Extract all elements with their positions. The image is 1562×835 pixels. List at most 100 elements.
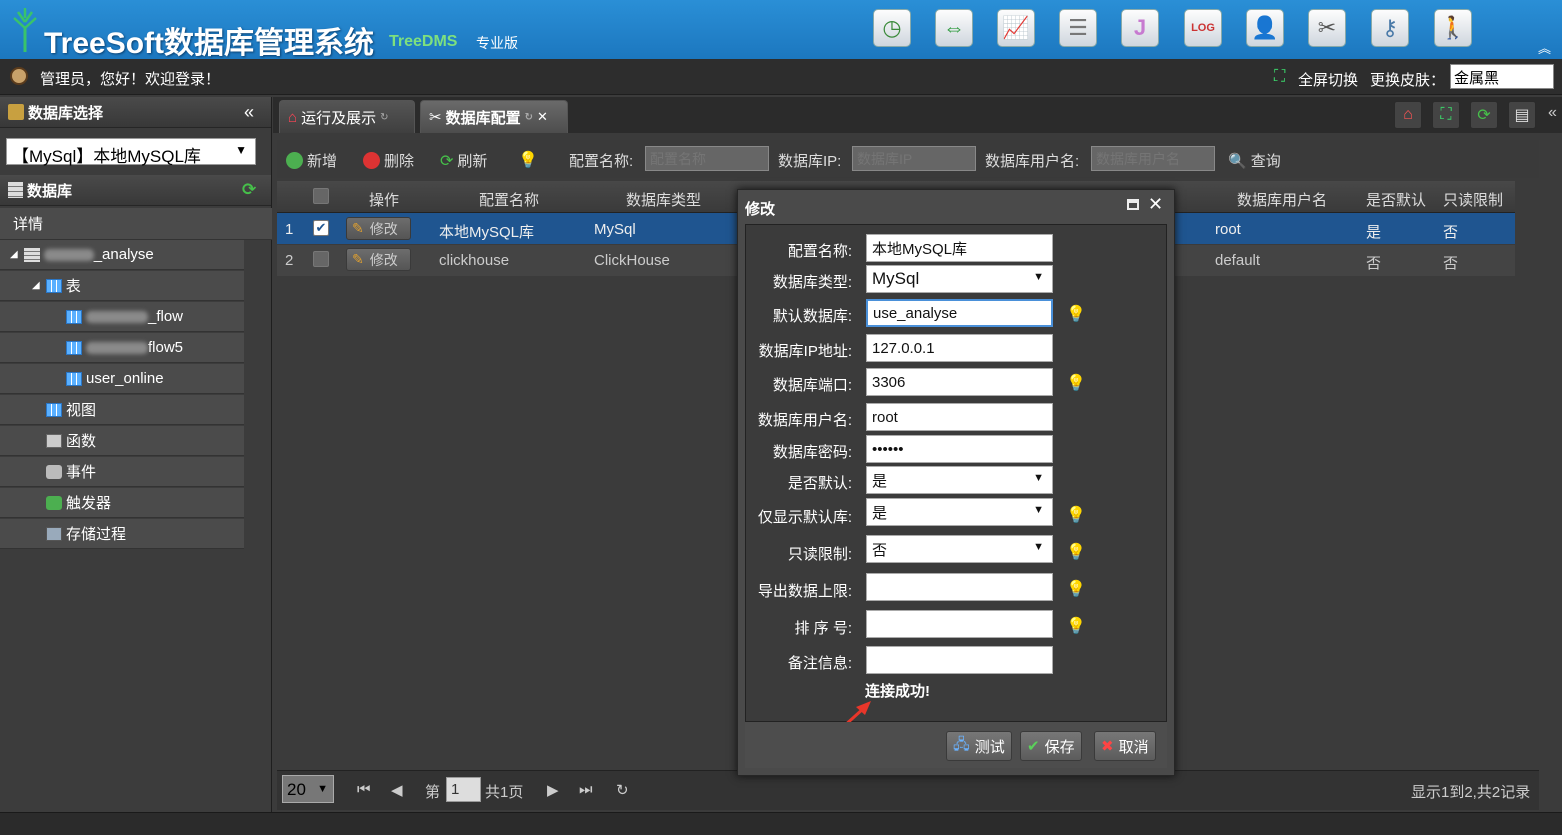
hint-bulb-icon[interactable]: 💡 <box>1066 616 1086 636</box>
next-page-icon[interactable]: ▶ <box>547 781 559 799</box>
test-button[interactable]: 🖧 测试 <box>946 731 1012 761</box>
delete-button[interactable]: 删除 <box>363 150 414 171</box>
close-icon[interactable]: ✕ <box>1148 194 1163 215</box>
hint-bulb-icon[interactable]: 💡 <box>1066 304 1086 324</box>
tree-tables-node[interactable]: ◢ 表 <box>0 271 244 301</box>
tree-table-item[interactable]: flow5 <box>0 333 244 363</box>
row-checkbox[interactable]: ✔ <box>313 220 329 236</box>
db-user-field[interactable]: root <box>866 403 1053 431</box>
fullscreen-icon[interactable]: ⛶ <box>1274 68 1285 86</box>
db-select-icon <box>8 104 24 120</box>
only-default-select[interactable]: 是 ▼ <box>866 498 1053 526</box>
reload-icon[interactable]: ↻ <box>616 781 629 799</box>
last-page-icon[interactable]: ⏭ <box>579 781 593 798</box>
tab-close-icon[interactable]: ✕ <box>537 109 548 125</box>
hint-bulb-icon[interactable]: 💡 <box>1066 505 1086 525</box>
edit-button[interactable]: ✎ 修改 <box>346 248 411 271</box>
home-icon[interactable]: ⌂ <box>1394 101 1422 129</box>
detail-tab[interactable]: 详情 <box>0 208 272 240</box>
page-size-select[interactable]: 20 ▼ <box>282 775 334 803</box>
col-user: 数据库用户名 <box>1237 192 1328 209</box>
hint-bulb-icon[interactable]: 💡 <box>1066 373 1086 393</box>
hint-bulb-icon[interactable]: 💡 <box>1066 579 1086 599</box>
db-password-field[interactable]: •••••• <box>866 435 1053 463</box>
tab-refresh-icon[interactable]: ↻ <box>525 112 533 123</box>
fullscreen-toggle[interactable]: 全屏切换 <box>1298 69 1358 90</box>
sync-icon[interactable]: ⇔ <box>935 9 973 47</box>
window-icon[interactable]: ▤ <box>1508 101 1536 129</box>
db-type-select[interactable]: MySql ▼ <box>866 265 1053 293</box>
tab-db-config[interactable]: ✂ 数据库配置 ↻ ✕ <box>420 100 568 133</box>
person-walk-icon[interactable]: 🚶 <box>1434 9 1472 47</box>
tree-views-node[interactable]: 视图 <box>0 395 244 425</box>
hint-bulb-icon[interactable]: 💡 <box>1066 542 1086 562</box>
expand-arrow-icon[interactable]: ◢ <box>32 280 40 291</box>
chart-icon[interactable]: 📈 <box>997 9 1035 47</box>
col-default: 是否默认 <box>1366 192 1427 209</box>
cancel-label: 取消 <box>1118 738 1149 756</box>
tree-events-node[interactable]: 事件 <box>0 457 244 487</box>
export-limit-field[interactable] <box>866 573 1053 601</box>
tab-run[interactable]: ⌂ 运行及展示 ↻ <box>279 100 415 133</box>
fullscreen-icon[interactable]: ⛶ <box>1432 101 1460 129</box>
prev-page-icon[interactable]: ◀ <box>391 781 403 799</box>
row-checkbox[interactable] <box>313 251 329 267</box>
tree-table-item[interactable]: _flow <box>0 302 244 332</box>
db-title: 数据库 <box>27 182 73 200</box>
clock-icon[interactable]: ◷ <box>873 9 911 47</box>
db-select-header: 数据库选择 « <box>0 97 271 128</box>
is-default-select[interactable]: 是 ▼ <box>866 466 1053 494</box>
page-number-input[interactable]: 1 <box>446 777 481 802</box>
readonly-value: 否 <box>872 541 888 559</box>
expand-arrow-icon[interactable]: ◢ <box>10 249 18 260</box>
cell-user: default <box>1215 252 1261 269</box>
row-number: 2 <box>285 252 294 269</box>
help-bulb-icon[interactable]: 💡 <box>518 150 538 170</box>
skin-select[interactable]: 金属黑 <box>1450 64 1554 89</box>
user-manager-icon[interactable]: 👤 <box>1246 9 1284 47</box>
refresh-tree-icon[interactable]: ⟳ <box>242 180 256 200</box>
user-input[interactable] <box>1091 146 1215 171</box>
tree-db-node[interactable]: ◢ _analyse <box>0 240 244 270</box>
config-name-field[interactable]: 本地MySQL库 <box>866 234 1053 262</box>
maximize-icon[interactable] <box>1127 199 1139 210</box>
default-db-field[interactable]: use_analyse <box>866 299 1053 327</box>
tools-icon: ✂ <box>429 109 442 126</box>
query-button[interactable]: 🔍 查询 <box>1228 150 1281 171</box>
tab-refresh-icon[interactable]: ↻ <box>380 112 388 123</box>
tree-functions-node[interactable]: 函数 <box>0 426 244 456</box>
db-select[interactable]: 【MySql】本地MySQL库 ▼ <box>6 138 256 166</box>
collapse-left-icon[interactable]: « <box>244 102 254 123</box>
page-size-value: 20 <box>287 780 306 799</box>
collapse-right-icon[interactable]: « <box>1548 104 1557 122</box>
refresh-icon[interactable]: ⟳ <box>1470 101 1498 129</box>
dialog-title: 修改 <box>745 201 776 218</box>
readonly-select[interactable]: 否 ▼ <box>866 535 1053 563</box>
cancel-button[interactable]: ✖ 取消 <box>1094 731 1156 761</box>
redacted-text <box>43 248 94 261</box>
cell-default: 是 <box>1366 224 1382 241</box>
first-page-icon[interactable]: ⏮ <box>357 781 371 798</box>
tree-procedures-node[interactable]: 存储过程 <box>0 519 244 549</box>
log-icon[interactable]: LOG <box>1184 9 1222 47</box>
test-label: 测试 <box>974 738 1005 756</box>
tree-triggers-node[interactable]: 触发器 <box>0 488 244 518</box>
j-icon[interactable]: J <box>1121 9 1159 47</box>
ip-input[interactable] <box>852 146 976 171</box>
tools-icon[interactable]: ✂ <box>1308 9 1346 47</box>
config-name-input[interactable] <box>645 146 769 171</box>
order-field[interactable] <box>866 610 1053 638</box>
add-button[interactable]: 新增 <box>286 150 337 171</box>
view-icon <box>46 402 62 417</box>
refresh-button[interactable]: ⟳ 刷新 <box>440 150 487 171</box>
tree-table-item[interactable]: user_online <box>0 364 244 394</box>
remark-field[interactable] <box>866 646 1053 674</box>
edit-button[interactable]: ✎ 修改 <box>346 217 411 240</box>
key-icon[interactable]: ⚷ <box>1371 9 1409 47</box>
database-icon[interactable]: ☰ <box>1059 9 1097 47</box>
db-port-field[interactable]: 3306 <box>866 368 1053 396</box>
select-all-checkbox[interactable] <box>313 188 329 204</box>
save-button[interactable]: ✔ 保存 <box>1020 731 1082 761</box>
collapse-up-icon[interactable]: ︽ <box>1538 38 1551 57</box>
db-ip-field[interactable]: 127.0.0.1 <box>866 334 1053 362</box>
